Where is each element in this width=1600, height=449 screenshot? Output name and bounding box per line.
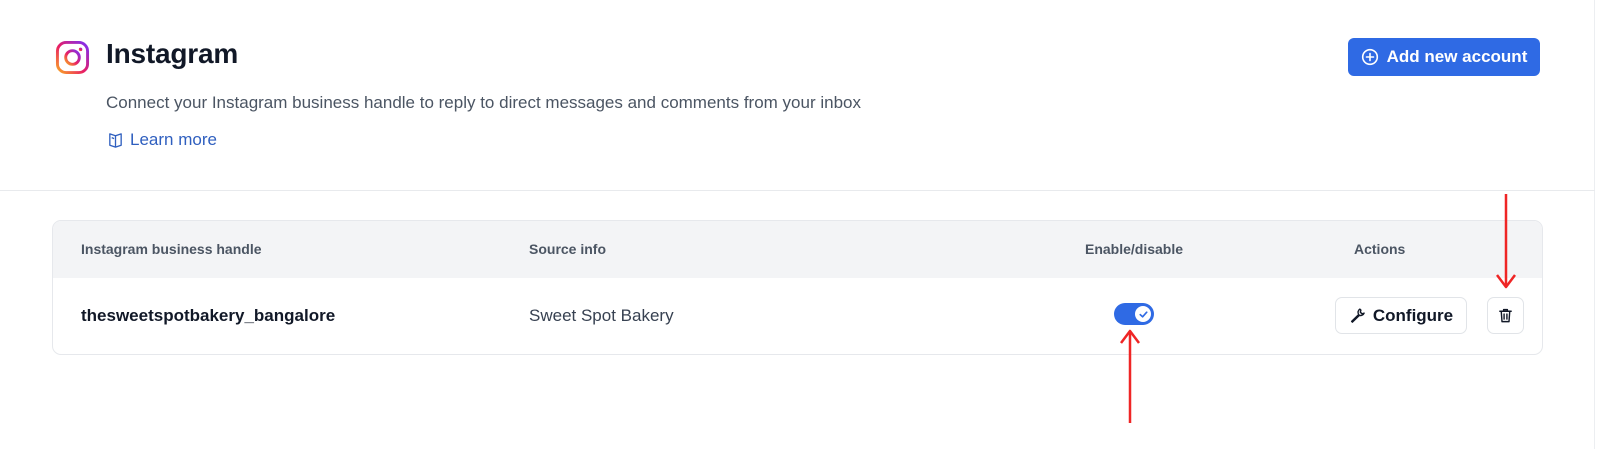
check-icon xyxy=(1138,310,1148,318)
add-new-account-label: Add new account xyxy=(1386,47,1528,66)
account-handle: thesweetspotbakery_bangalore xyxy=(81,306,336,325)
integration-header: Instagram Connect your Instagram busines… xyxy=(0,0,1595,191)
column-header-source: Source info xyxy=(529,241,607,257)
accounts-table: Instagram business handle Source info En… xyxy=(52,220,1543,355)
integration-page: Instagram Connect your Instagram busines… xyxy=(0,0,1600,449)
trash-icon xyxy=(1499,308,1512,323)
learn-more-link[interactable]: Learn more xyxy=(107,130,217,150)
plus-circle-icon xyxy=(1361,48,1378,66)
add-new-account-button[interactable]: Add new account xyxy=(1348,38,1540,76)
page-title: Instagram xyxy=(106,38,239,69)
configure-button[interactable]: Configure xyxy=(1335,297,1467,334)
column-header-actions: Actions xyxy=(1354,241,1406,257)
column-header-enable: Enable/disable xyxy=(1085,241,1184,257)
book-icon xyxy=(109,132,122,148)
configure-label: Configure xyxy=(1372,305,1454,325)
annotation-arrow-up xyxy=(1120,329,1140,423)
instagram-icon xyxy=(55,40,90,75)
account-source: Sweet Spot Bakery xyxy=(529,306,674,325)
learn-more-label: Learn more xyxy=(130,130,217,149)
page-description: Connect your Instagram business handle t… xyxy=(106,93,861,112)
delete-button[interactable] xyxy=(1487,297,1524,334)
column-header-handle: Instagram business handle xyxy=(81,241,262,257)
wrench-icon xyxy=(1350,308,1365,323)
enable-toggle[interactable] xyxy=(1114,303,1154,325)
annotation-arrow-down xyxy=(1496,194,1516,289)
table-header: Instagram business handle Source info En… xyxy=(53,221,1542,278)
toggle-knob xyxy=(1135,306,1151,322)
